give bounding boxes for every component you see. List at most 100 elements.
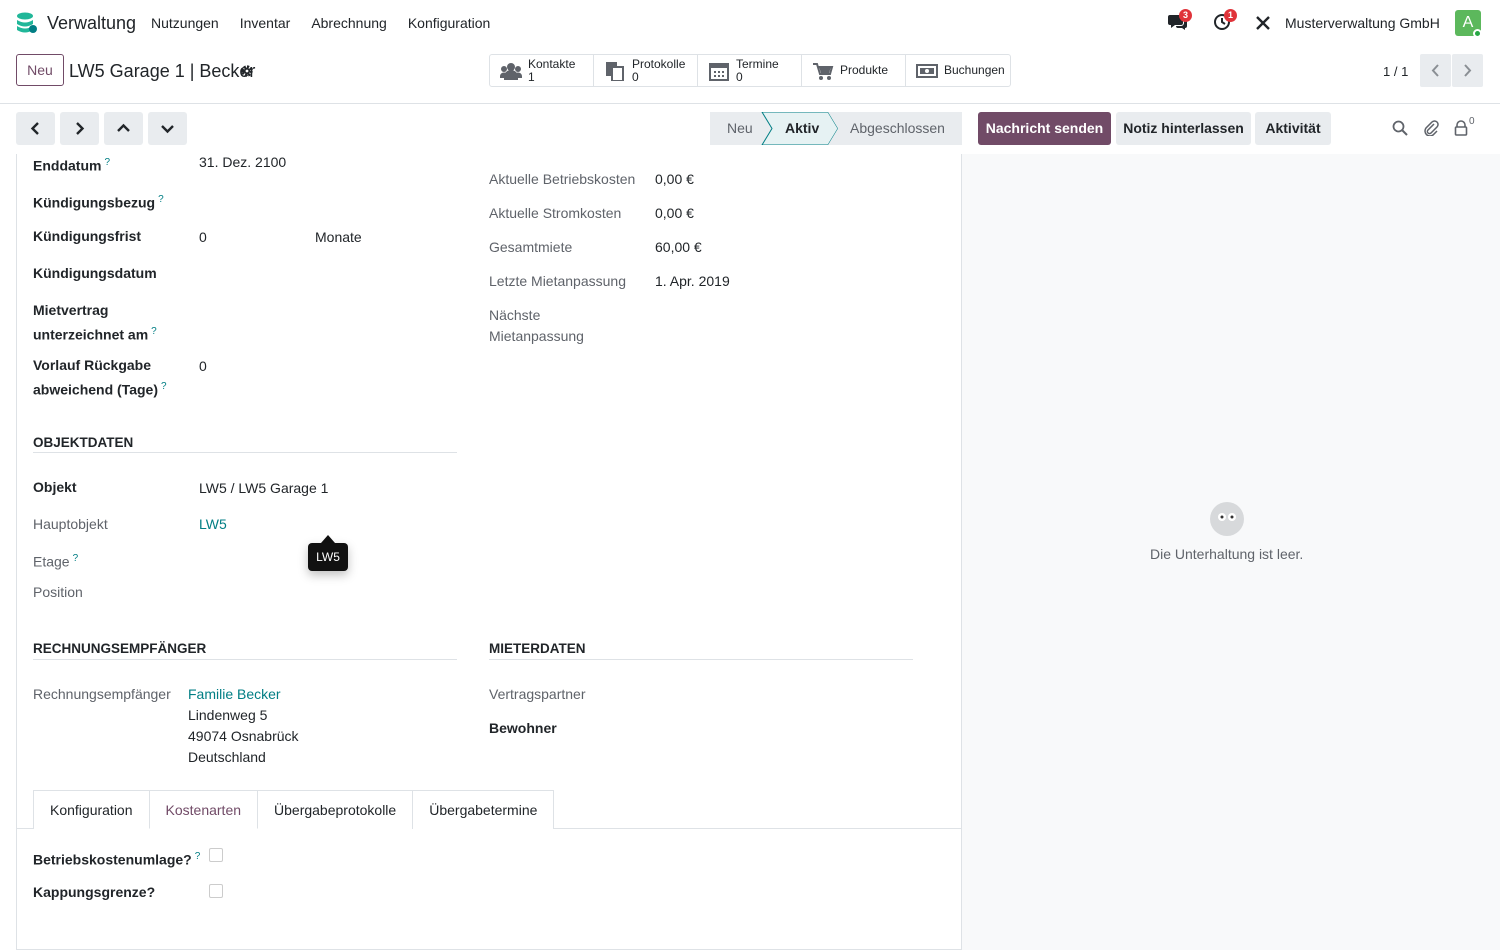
send-message-button[interactable]: Nachricht senden bbox=[978, 112, 1111, 145]
help-icon[interactable]: ? bbox=[195, 851, 201, 862]
field-label-kuendigungsfrist: Kündigungsfrist bbox=[33, 228, 142, 244]
paperclip-icon[interactable] bbox=[1423, 120, 1439, 136]
chevron-right-icon bbox=[1464, 64, 1472, 77]
field-label-kappungsgrenze: Kappungsgrenze? bbox=[33, 884, 156, 900]
users-icon bbox=[500, 62, 522, 80]
field-label-naechste-mietanpassung: Nächste Mietanpassung bbox=[489, 307, 584, 344]
smart-button-buchungen[interactable]: Buchungen bbox=[906, 55, 1010, 86]
move-up-button[interactable] bbox=[104, 112, 143, 145]
followers-count: 0 bbox=[1469, 116, 1475, 127]
field-label-betriebskosten: Aktuelle Betriebskosten bbox=[489, 171, 636, 187]
kappungsgrenze-checkbox[interactable] bbox=[209, 884, 223, 898]
control-panel: Neu LW5 Garage 1 | Becker Kontakte 1 Prot… bbox=[0, 46, 1500, 104]
chevron-down-icon bbox=[161, 125, 174, 134]
chevron-left-icon bbox=[30, 122, 39, 135]
field-label-vorlauf-rueckgabe: Vorlauf Rückgabe abweichend (Tage)? bbox=[33, 357, 167, 398]
previous-record-button[interactable] bbox=[16, 112, 55, 145]
tooltip-arrow bbox=[321, 535, 335, 543]
followers-lock-icon[interactable] bbox=[1454, 120, 1468, 136]
section-title-rechnungsempfaenger: RECHNUNGSEMPFÄNGER bbox=[33, 641, 207, 656]
help-icon[interactable]: ? bbox=[104, 157, 110, 168]
smart-button-label: Protokolle bbox=[632, 56, 686, 71]
field-label-hauptobjekt: Hauptobjekt bbox=[33, 516, 108, 532]
field-value-objekt[interactable]: LW5 / LW5 Garage 1 bbox=[199, 478, 328, 499]
pager-previous-button[interactable] bbox=[1420, 54, 1451, 87]
field-label-etage: Etage? bbox=[33, 553, 79, 570]
field-label-betriebskostenumlage: Betriebskostenumlage?? bbox=[33, 851, 201, 868]
main-menu: Nutzungen Inventar Abrechnung Konfigurat… bbox=[151, 15, 511, 31]
stage-neu[interactable]: Neu bbox=[727, 112, 753, 145]
field-value-rechnungsempfaenger[interactable]: Familie Becker bbox=[188, 684, 281, 705]
smart-button-count: 0 bbox=[736, 69, 743, 84]
help-icon[interactable]: ? bbox=[151, 326, 157, 337]
address-city: 49074 Osnabrück bbox=[188, 728, 299, 744]
menu-nutzungen[interactable]: Nutzungen bbox=[151, 15, 219, 31]
messages-button[interactable]: 3 bbox=[1168, 9, 1193, 33]
tab-uebergabeprotokolle[interactable]: Übergabeprotokolle bbox=[257, 790, 414, 829]
smart-button-count: 1 bbox=[528, 69, 535, 84]
field-label-vertragspartner: Vertragspartner bbox=[489, 686, 586, 702]
field-value-enddatum[interactable]: 31. Dez. 2100 bbox=[199, 152, 286, 173]
section-title-objektdaten: OBJEKTDATEN bbox=[33, 435, 134, 450]
gear-icon[interactable] bbox=[240, 64, 254, 78]
pager-value[interactable]: 1 / 1 bbox=[1383, 64, 1408, 79]
menu-konfiguration[interactable]: Konfiguration bbox=[408, 15, 491, 31]
record-breadcrumb: LW5 Garage 1 | Becker bbox=[69, 61, 256, 81]
top-navbar: Verwaltung Nutzungen Inventar Abrechnung… bbox=[0, 0, 1500, 46]
activities-button[interactable]: 1 bbox=[1213, 9, 1238, 33]
field-value-letzte-mietanpassung: 1. Apr. 2019 bbox=[655, 273, 730, 289]
chevron-left-icon bbox=[1431, 64, 1439, 77]
field-label-mietvertrag: Mietvertrag unterzeichnet am? bbox=[33, 302, 157, 343]
smart-button-label: Termine bbox=[736, 56, 779, 71]
smart-button-produkte[interactable]: Produkte bbox=[802, 55, 906, 86]
field-label-enddatum: Enddatum? bbox=[33, 157, 111, 174]
shopping-cart-icon bbox=[813, 62, 834, 80]
smart-button-count: 0 bbox=[632, 69, 639, 84]
notebook-tabs: Konfiguration Kostenarten Übergabeprotok… bbox=[33, 790, 555, 829]
smart-button-protokolle[interactable]: Protokolle 0 bbox=[594, 55, 698, 86]
next-record-button[interactable] bbox=[60, 112, 99, 145]
menu-abrechnung[interactable]: Abrechnung bbox=[311, 15, 387, 31]
tab-konfiguration[interactable]: Konfiguration bbox=[33, 790, 150, 829]
app-logo-icon[interactable] bbox=[14, 11, 38, 35]
empty-face-icon bbox=[1210, 502, 1244, 536]
pager-next-button[interactable] bbox=[1452, 54, 1483, 87]
smart-button-termine[interactable]: Termine 0 bbox=[698, 55, 802, 86]
field-label-position: Position bbox=[33, 584, 83, 600]
menu-inventar[interactable]: Inventar bbox=[240, 15, 291, 31]
field-value-hauptobjekt[interactable]: LW5 bbox=[199, 514, 227, 535]
activity-button[interactable]: Aktivität bbox=[1255, 112, 1331, 145]
tab-kostenarten[interactable]: Kostenarten bbox=[148, 790, 259, 829]
smart-button-label: Kontakte bbox=[528, 56, 576, 71]
betriebskostenumlage-checkbox[interactable] bbox=[209, 848, 223, 862]
move-down-button[interactable] bbox=[148, 112, 187, 145]
field-value-vorlauf-rueckgabe[interactable]: 0 bbox=[199, 356, 207, 377]
tab-uebergabetermine[interactable]: Übergabetermine bbox=[412, 790, 555, 829]
tooltip: LW5 bbox=[308, 543, 348, 571]
smart-button-kontakte[interactable]: Kontakte 1 bbox=[490, 55, 594, 86]
smart-button-label: Buchungen bbox=[944, 63, 1005, 77]
field-label-objekt: Objekt bbox=[33, 479, 77, 495]
debug-tools-icon[interactable] bbox=[1255, 15, 1271, 31]
new-record-button[interactable]: Neu bbox=[16, 54, 64, 86]
stage-abgeschlossen[interactable]: Abgeschlossen bbox=[850, 112, 945, 145]
field-label-kuendigungsbezug: Kündigungsbezug? bbox=[33, 194, 164, 211]
help-icon[interactable]: ? bbox=[161, 381, 167, 392]
field-label-gesamtmiete: Gesamtmiete bbox=[489, 239, 573, 255]
chevron-up-icon bbox=[117, 123, 130, 132]
messages-badge: 3 bbox=[1179, 9, 1193, 22]
section-divider bbox=[33, 659, 457, 660]
address-country: Deutschland bbox=[188, 749, 266, 765]
search-icon[interactable] bbox=[1392, 120, 1408, 136]
help-icon[interactable]: ? bbox=[158, 194, 164, 205]
log-note-button[interactable]: Notiz hinterlassen bbox=[1116, 112, 1251, 145]
field-value-betriebskosten: 0,00 € bbox=[655, 171, 694, 187]
field-unit-monate: Monate bbox=[315, 229, 362, 245]
company-switcher[interactable]: Musterverwaltung GmbH bbox=[1285, 15, 1440, 31]
field-value-kuendigungsfrist[interactable]: 0 bbox=[199, 227, 207, 248]
section-divider bbox=[489, 659, 913, 660]
help-icon[interactable]: ? bbox=[73, 553, 79, 564]
stage-aktiv[interactable]: Aktiv bbox=[785, 112, 819, 145]
field-label-kuendigungsdatum: Kündigungsdatum bbox=[33, 265, 157, 281]
app-name[interactable]: Verwaltung bbox=[47, 13, 136, 34]
